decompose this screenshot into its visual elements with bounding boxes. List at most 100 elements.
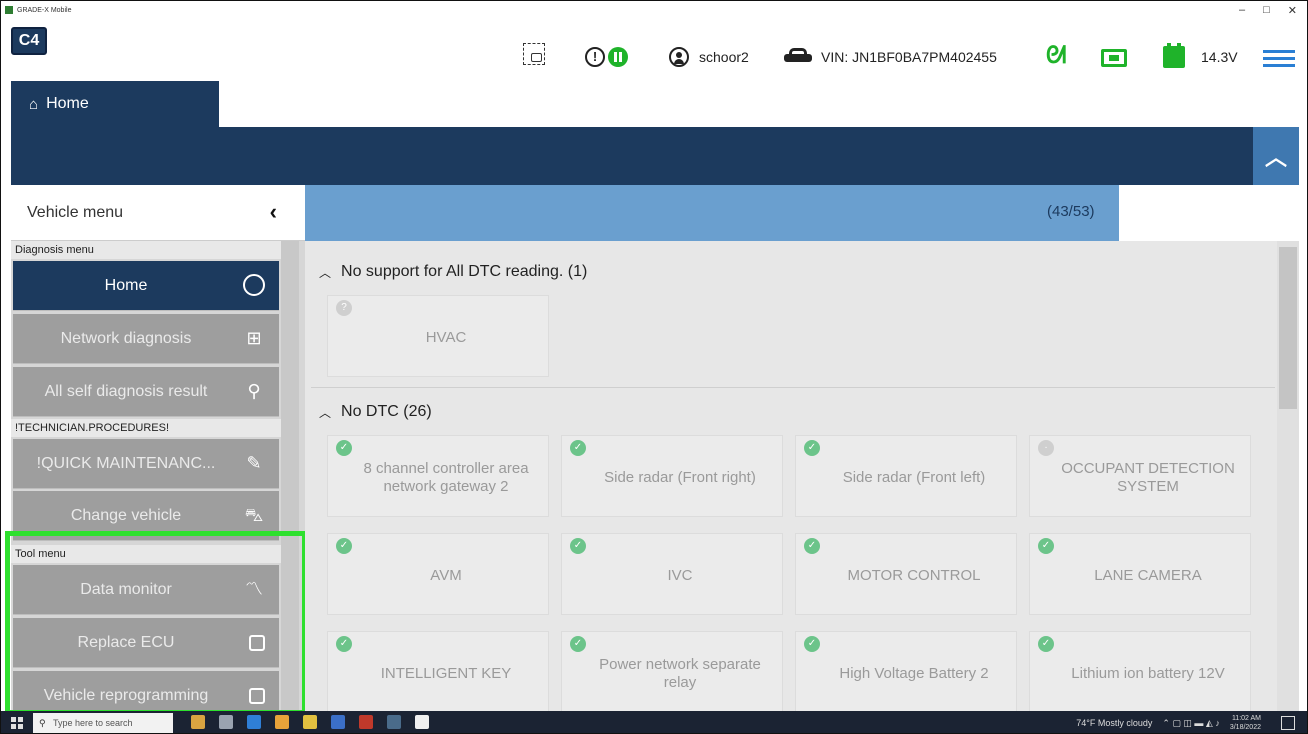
windows-taskbar: Type here to search 74°F Mostly cloudy ⌃… (1, 711, 1307, 733)
sidebar-item-change-vehicle[interactable]: Change vehicle ⛍ (13, 491, 279, 541)
maximize-button[interactable]: □ (1263, 4, 1270, 16)
user-icon (669, 47, 689, 67)
sidebar-item-all-self-diagnosis[interactable]: All self diagnosis result ⚲ (13, 367, 279, 417)
collapse-sidebar-icon[interactable]: ‹ (270, 199, 277, 225)
results-header: (43/53) (305, 185, 1299, 241)
signal-icon: ᘛ (1046, 42, 1067, 69)
graph-icon: 〽 (245, 579, 263, 599)
tab-home[interactable]: ⌂ Home (11, 81, 219, 127)
pause-icon[interactable] (608, 47, 628, 67)
taskbar-search-input[interactable]: Type here to search (33, 713, 173, 733)
ecu-card[interactable]: ✓ INTELLIGENT KEY (327, 631, 549, 711)
chrome-icon[interactable] (275, 715, 289, 729)
alert-icon[interactable]: ! (585, 47, 605, 67)
taskbar-apps (191, 715, 429, 729)
wrench-icon: ✎ (246, 453, 262, 473)
window-title: GRADE-X Mobile (17, 6, 72, 14)
group-no-dtc-header[interactable]: ︿ No DTC (26) (319, 403, 432, 421)
group-divider (311, 387, 1275, 388)
gear-icon (243, 274, 265, 296)
result-count: (43/53) (1047, 203, 1095, 220)
battery-voltage: 14.3V (1201, 49, 1238, 65)
ecu-card[interactable]: ✓ IVC (561, 533, 783, 615)
sidebar-item-quick-maintenance[interactable]: !QUICK MAINTENANC... ✎ (13, 439, 279, 489)
ecu-card[interactable]: ✓ Power network separate relay (561, 631, 783, 711)
ecu-card[interactable]: ✓ High Voltage Battery 2 (795, 631, 1017, 711)
app-window: GRADE-X Mobile – □ ✕ C4 ! schoor2 VIN: J… (0, 0, 1308, 734)
sidebar-item-home[interactable]: Home (13, 261, 279, 311)
ecu-card[interactable]: ✓ AVM (327, 533, 549, 615)
sidebar-scrollbar[interactable] (281, 241, 299, 711)
clock[interactable]: 11:02 AM 3/18/2022 (1230, 714, 1261, 732)
collapse-up-button[interactable]: ︿ (1253, 127, 1299, 185)
task-view-icon[interactable] (219, 715, 233, 729)
ecu-card[interactable]: ✓ MOTOR CONTROL (795, 533, 1017, 615)
notification-icon[interactable] (1281, 716, 1295, 730)
sidebar-item-network-diagnosis[interactable]: Network diagnosis ⊞ (13, 314, 279, 364)
status-check-icon: ✓ (1038, 636, 1054, 652)
ecu-card[interactable]: ✓ Side radar (Front left) (795, 435, 1017, 517)
ecu-name: Side radar (Front right) (604, 469, 756, 486)
network-icon: ⊞ (246, 328, 262, 348)
status-check-icon: ? (336, 300, 352, 316)
hamburger-menu-icon[interactable] (1263, 50, 1295, 68)
banner: ︿ (11, 127, 1299, 185)
ecu-card[interactable]: ✓ 8 channel controller area network gate… (327, 435, 549, 517)
c4-taskbar-icon[interactable] (387, 715, 401, 729)
car-search-icon: ⚲ (247, 381, 261, 401)
sidebar-item-replace-ecu[interactable]: Replace ECU (13, 618, 279, 668)
chevron-up-icon: ︿ (319, 405, 332, 420)
weather-text[interactable]: 74°F Mostly cloudy (1076, 718, 1152, 728)
ecu-card[interactable]: ✓ LANE CAMERA (1029, 533, 1251, 615)
ecu-name: LANE CAMERA (1094, 567, 1202, 584)
file-explorer-icon[interactable] (303, 715, 317, 729)
edge-icon[interactable] (247, 715, 261, 729)
main-scrollbar[interactable] (1277, 241, 1299, 711)
ecu-card-hvac[interactable]: ? HVAC (327, 295, 549, 377)
group-no-support-header[interactable]: ︿ No support for All DTC reading. (1) (319, 263, 587, 281)
ecu-name: 8 channel controller area network gatewa… (363, 460, 529, 495)
ecu-name: Side radar (Front left) (842, 469, 986, 486)
tab-home-label: Home (46, 95, 89, 112)
taskbar-app-icon[interactable] (191, 715, 205, 729)
section-diagnosis-menu: Diagnosis menu (11, 241, 281, 259)
ecu-name: AVM (430, 567, 462, 584)
sidebar-item-label: All self diagnosis result (44, 382, 208, 400)
status-unknown-icon: · (1038, 440, 1054, 456)
ecu-card[interactable]: ✓ Side radar (Front right) (561, 435, 783, 517)
taskbar-app-icon[interactable] (359, 715, 373, 729)
screenshot-icon[interactable] (523, 43, 545, 65)
windows-start-icon[interactable] (11, 717, 23, 729)
status-check-icon: ✓ (570, 440, 586, 456)
tray-icons[interactable]: ⌃ ▢ ◫ ▬ ◭ ♪ (1162, 718, 1219, 729)
chevron-up-icon: ︿ (1264, 145, 1287, 170)
app-icon (5, 6, 13, 14)
sidebar-item-data-monitor[interactable]: Data monitor 〽 (13, 565, 279, 615)
ecu-name: Power network separate relay (599, 656, 761, 691)
ecu-name: Lithium ion battery 12V (1071, 665, 1225, 682)
user-name: schoor2 (699, 49, 749, 65)
status-check-icon: ✓ (1038, 538, 1054, 554)
window-title-bar: GRADE-X Mobile – □ ✕ (1, 1, 1307, 19)
group-title: No support for All DTC reading. (1) (341, 263, 588, 280)
status-check-icon: ✓ (570, 636, 586, 652)
sidebar: Diagnosis menu Home Network diagnosis ⊞ … (11, 241, 305, 711)
ecu-name: INTELLIGENT KEY (380, 665, 512, 682)
minimize-button[interactable]: – (1239, 4, 1245, 16)
sidebar-item-label: Vehicle reprogramming (43, 686, 209, 704)
ecu-card[interactable]: · OCCUPANT DETECTION SYSTEM (1029, 435, 1251, 517)
system-tray: 74°F Mostly cloudy ⌃ ▢ ◫ ▬ ◭ ♪ 11:02 AM … (1076, 711, 1261, 733)
status-check-icon: ✓ (804, 636, 820, 652)
vci-connection-icon (1101, 49, 1127, 67)
ecu-name: OCCUPANT DETECTION SYSTEM (1061, 460, 1235, 495)
ecu-card[interactable]: ✓ Lithium ion battery 12V (1029, 631, 1251, 711)
sidebar-item-label: Home (104, 276, 148, 294)
document-icon[interactable] (415, 715, 429, 729)
sidebar-item-label: Replace ECU (77, 633, 175, 651)
taskbar-app-icon[interactable] (331, 715, 345, 729)
sidebar-item-vehicle-reprogramming[interactable]: Vehicle reprogramming (13, 671, 279, 711)
status-check-icon: ✓ (336, 538, 352, 554)
close-button[interactable]: ✕ (1288, 4, 1297, 17)
sidebar-item-label: !QUICK MAINTENANC... (36, 454, 216, 472)
section-technician-procedures: !TECHNICIAN.PROCEDURES! (11, 419, 281, 437)
